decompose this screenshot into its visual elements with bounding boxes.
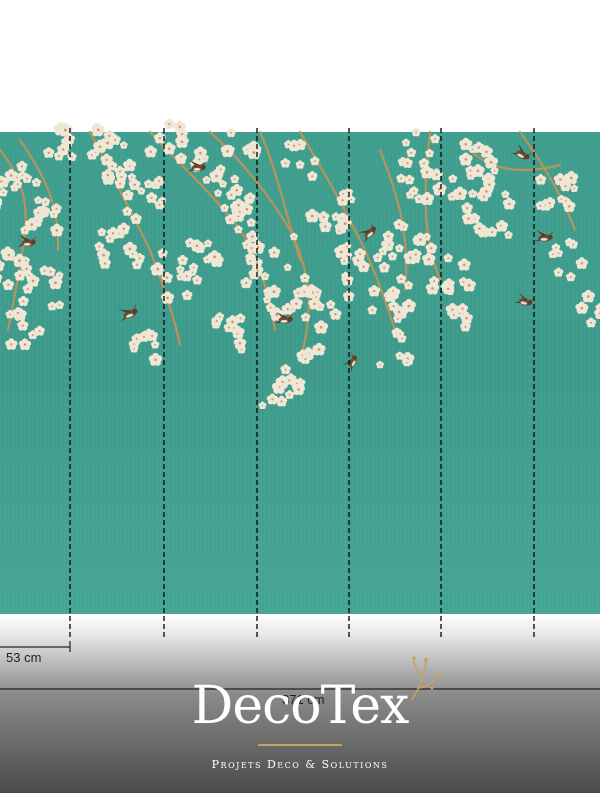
brand-block: DecoTex Projets Deco & Solutions [0, 676, 600, 771]
brand-logo-text: DecoTex [191, 676, 410, 736]
brand-tagline: Projets Deco & Solutions [211, 758, 389, 771]
blossom [164, 118, 175, 130]
blossom [103, 129, 116, 142]
panel-width-label: 53 cm [6, 650, 42, 665]
wallpaper-preview [0, 118, 600, 793]
brand-divider [258, 744, 342, 746]
blossom [411, 127, 421, 137]
blossom [226, 127, 236, 138]
blossom [173, 120, 187, 133]
